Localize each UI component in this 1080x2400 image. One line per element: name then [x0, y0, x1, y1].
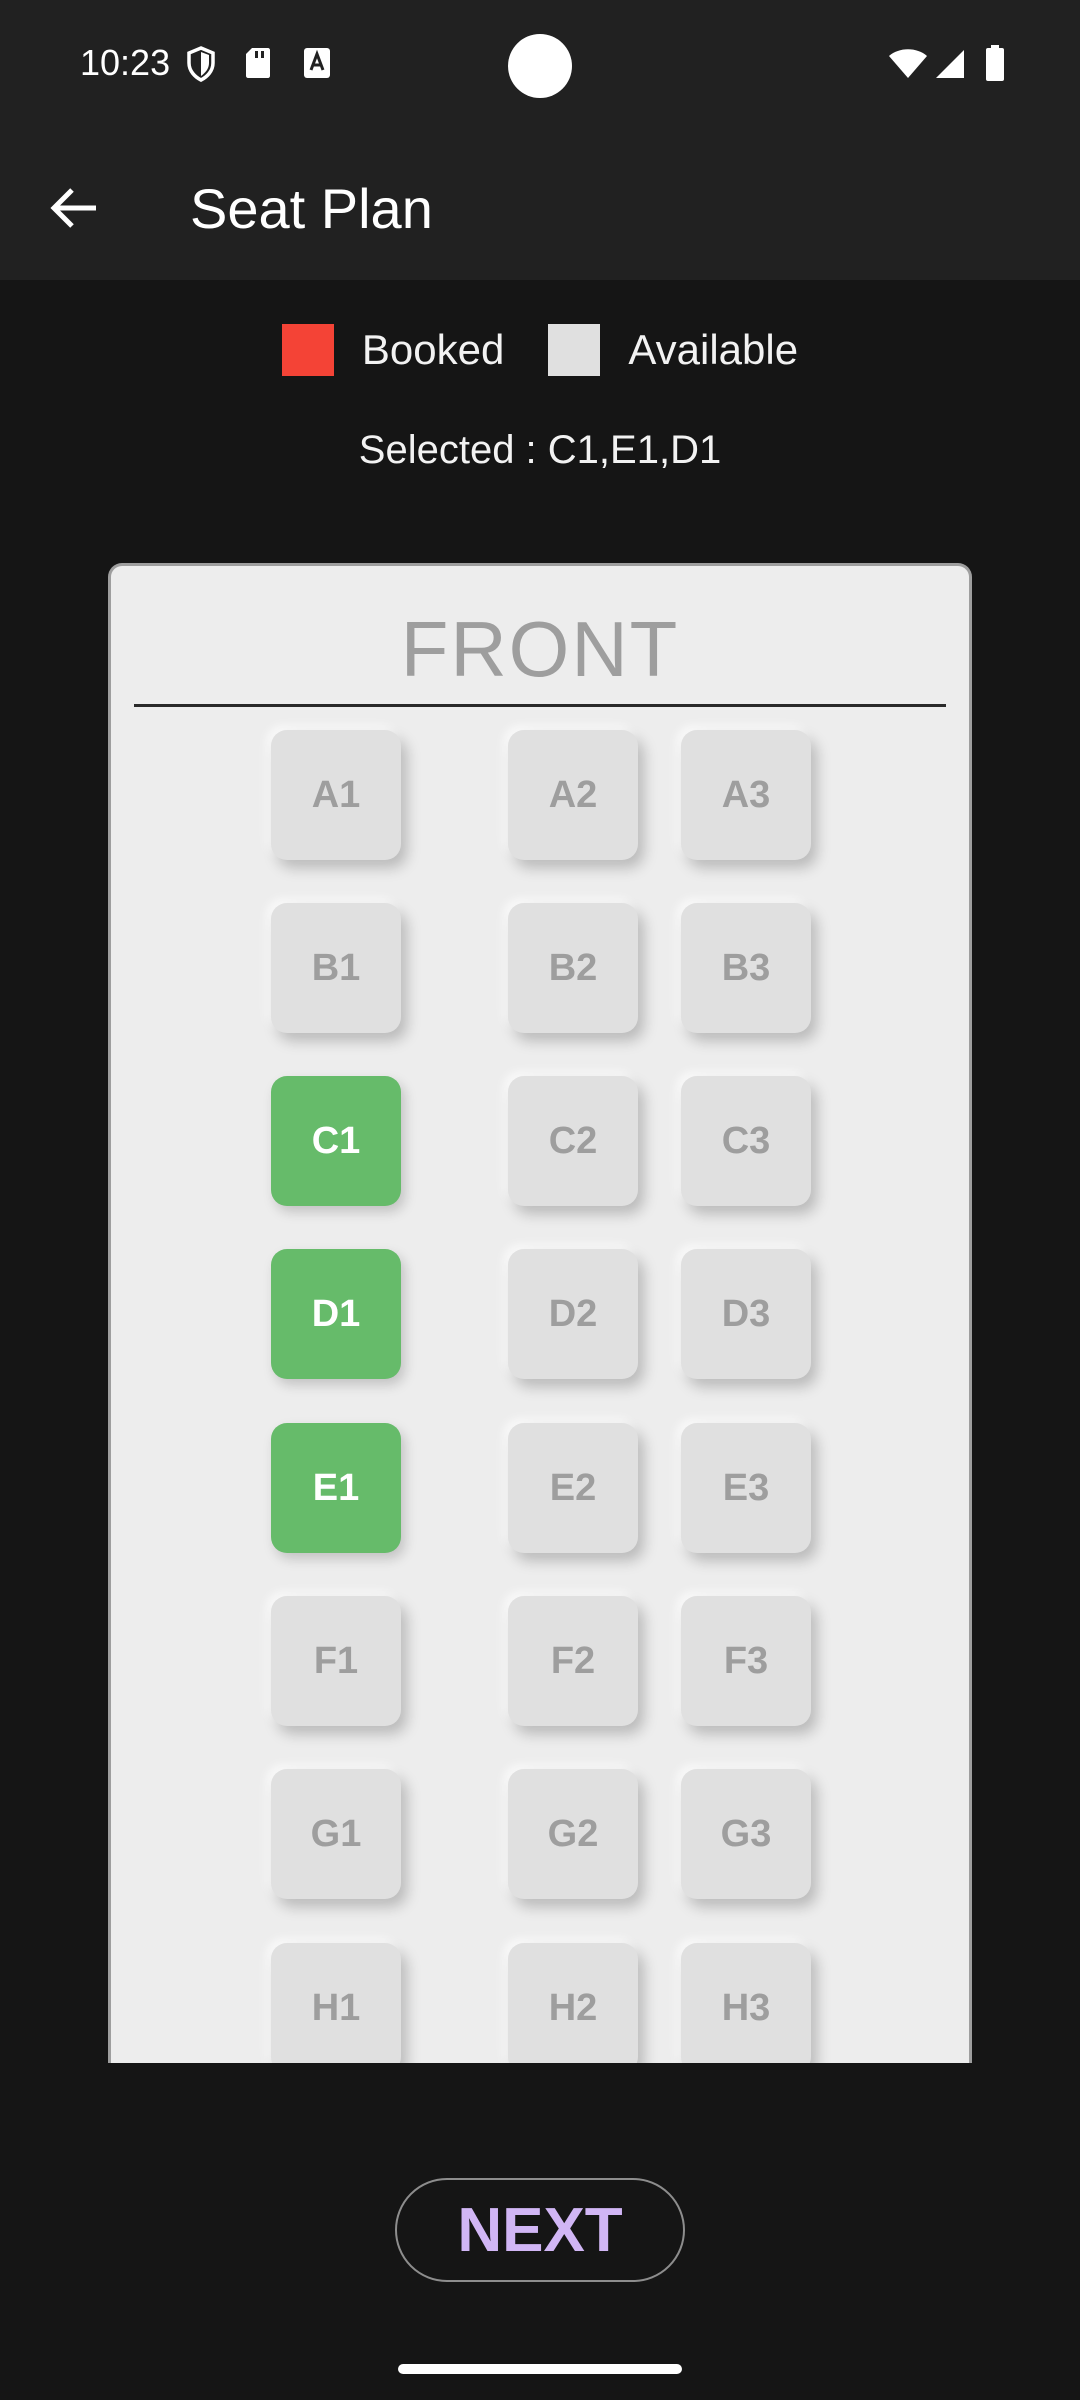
seat-b3[interactable]: B3 — [681, 903, 811, 1033]
seat-e2[interactable]: E2 — [508, 1423, 638, 1553]
seat-h2[interactable]: H2 — [508, 1943, 638, 2063]
shield-icon — [187, 46, 215, 82]
seat-e3[interactable]: E3 — [681, 1423, 811, 1553]
seat-c1[interactable]: C1 — [271, 1076, 401, 1206]
battery-icon — [986, 45, 1004, 81]
booked-label: Booked — [361, 326, 505, 373]
selected-seats-text: Selected : C1,E1,D1 — [358, 428, 722, 472]
seat-plan-panel: FRONT A1 A2 A3 B1 B2 B3 C1 C2 C3 D1 D2 D… — [108, 563, 972, 2063]
available-swatch — [548, 324, 601, 376]
seat-g1[interactable]: G1 — [271, 1769, 401, 1899]
next-button[interactable]: NEXT — [395, 2178, 685, 2282]
seat-h3[interactable]: H3 — [681, 1943, 811, 2063]
home-indicator[interactable] — [398, 2364, 682, 2374]
seat-c3[interactable]: C3 — [681, 1076, 811, 1206]
seat-b2[interactable]: B2 — [508, 903, 638, 1033]
seat-f2[interactable]: F2 — [508, 1596, 638, 1726]
front-label: FRONT — [400, 605, 680, 693]
seat-c2[interactable]: C2 — [508, 1076, 638, 1206]
seat-a3[interactable]: A3 — [681, 730, 811, 860]
booked-swatch — [281, 324, 334, 376]
seat-g2[interactable]: G2 — [508, 1769, 638, 1899]
app-bar: Seat Plan — [0, 136, 1080, 280]
available-label: Available — [628, 326, 799, 373]
seat-h1[interactable]: H1 — [271, 1943, 401, 2063]
camera-cutout — [508, 34, 572, 98]
legend-booked: Booked — [281, 324, 505, 376]
page-title: Seat Plan — [190, 177, 433, 240]
seat-d3[interactable]: D3 — [681, 1249, 811, 1379]
front-divider — [134, 704, 946, 707]
seat-a1[interactable]: A1 — [271, 730, 401, 860]
sd-card-icon — [246, 48, 270, 78]
status-time: 10:23 — [80, 42, 171, 83]
screen: 10:23 Seat Plan Booked Available Selecte… — [0, 0, 1080, 2400]
seat-f1[interactable]: F1 — [271, 1596, 401, 1726]
legend-available: Available — [548, 324, 798, 376]
seat-b1[interactable]: B1 — [271, 903, 401, 1033]
seat-d1[interactable]: D1 — [271, 1249, 401, 1379]
seat-f3[interactable]: F3 — [681, 1596, 811, 1726]
text-recognition-icon — [304, 48, 330, 78]
seat-d2[interactable]: D2 — [508, 1249, 638, 1379]
back-button[interactable] — [36, 170, 112, 246]
cellular-signal-icon — [936, 50, 964, 78]
seat-a2[interactable]: A2 — [508, 730, 638, 860]
seat-legend: Booked Available — [0, 322, 1080, 378]
seat-g3[interactable]: G3 — [681, 1769, 811, 1899]
arrow-back-icon — [50, 188, 96, 228]
wifi-icon — [889, 49, 927, 78]
status-bar: 10:23 — [0, 0, 1080, 136]
seat-e1[interactable]: E1 — [271, 1423, 401, 1553]
